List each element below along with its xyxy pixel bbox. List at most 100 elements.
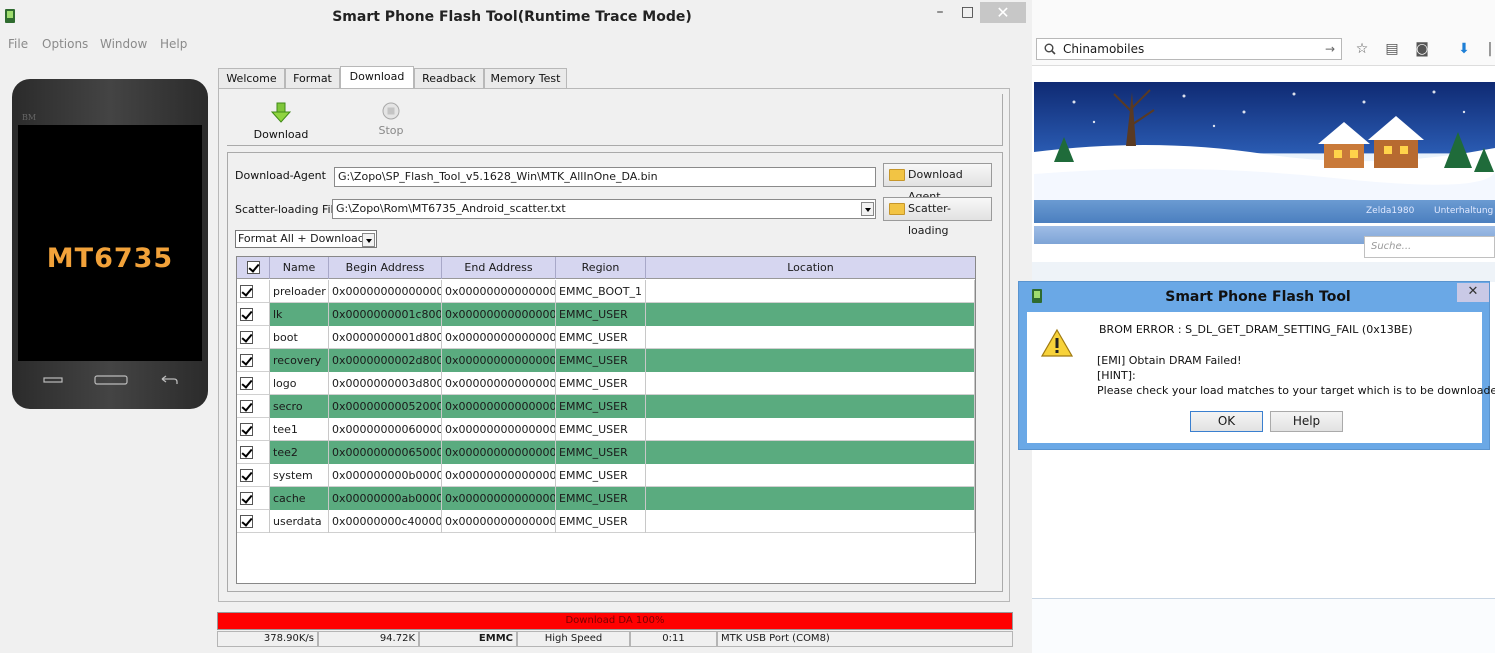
- site-search-input[interactable]: Suche...: [1364, 236, 1495, 258]
- dialog-close-button[interactable]: ✕: [1457, 283, 1489, 302]
- table-row[interactable]: lk0x0000000001c800000x0000000000000000EM…: [237, 303, 975, 326]
- table-row[interactable]: boot0x0000000001d800000x0000000000000000…: [237, 326, 975, 349]
- table-row[interactable]: preloader0x00000000000000000x00000000000…: [237, 280, 975, 303]
- row-checkbox-cell[interactable]: [237, 464, 270, 487]
- table-row[interactable]: secro0x00000000052000000x000000000000000…: [237, 395, 975, 418]
- row-checkbox-cell[interactable]: [237, 487, 270, 510]
- cell-name: preloader: [270, 280, 329, 303]
- table-row[interactable]: tee10x00000000060000000x0000000000000000…: [237, 418, 975, 441]
- cell-name: userdata: [270, 510, 329, 533]
- menu-options[interactable]: Options: [42, 37, 88, 51]
- home-key-icon: [94, 375, 128, 385]
- row-checkbox-cell[interactable]: [237, 418, 270, 441]
- pocket-icon[interactable]: ◙: [1414, 41, 1430, 57]
- cell-location[interactable]: [646, 510, 975, 533]
- row-checkbox[interactable]: [240, 285, 253, 298]
- column-begin-address[interactable]: Begin Address: [329, 257, 442, 279]
- download-button[interactable]: Download: [253, 102, 309, 141]
- row-checkbox[interactable]: [240, 400, 253, 413]
- cell-location[interactable]: [646, 441, 975, 464]
- overflow-menu-icon[interactable]: |: [1482, 41, 1495, 57]
- cell-location[interactable]: [646, 487, 975, 510]
- ok-button[interactable]: OK: [1190, 411, 1263, 432]
- row-checkbox[interactable]: [240, 515, 253, 528]
- cell-location[interactable]: [646, 464, 975, 487]
- column-region[interactable]: Region: [556, 257, 646, 279]
- cell-end: 0x0000000000000000: [442, 464, 556, 487]
- folder-icon: [889, 203, 905, 215]
- cell-location[interactable]: [646, 372, 975, 395]
- tab-readback[interactable]: Readback: [414, 68, 484, 89]
- select-all-checkbox-cell[interactable]: [237, 257, 270, 279]
- menu-file[interactable]: File: [8, 37, 28, 51]
- tab-download[interactable]: Download: [340, 66, 414, 89]
- reading-list-icon[interactable]: ▤: [1384, 41, 1400, 57]
- row-checkbox-cell[interactable]: [237, 326, 270, 349]
- nav-user-link[interactable]: Zelda1980: [1366, 206, 1414, 216]
- download-agent-button[interactable]: Download Agent: [883, 163, 992, 203]
- go-arrow-icon[interactable]: →: [1325, 39, 1335, 59]
- bookmark-star-icon[interactable]: ☆: [1354, 41, 1370, 57]
- column-end-address[interactable]: End Address: [442, 257, 556, 279]
- row-checkbox-cell[interactable]: [237, 303, 270, 326]
- row-checkbox-cell[interactable]: [237, 510, 270, 533]
- cell-location[interactable]: [646, 395, 975, 418]
- search-icon: [1044, 43, 1056, 55]
- table-row[interactable]: logo0x0000000003d800000x0000000000000000…: [237, 372, 975, 395]
- menu-help[interactable]: Help: [160, 37, 187, 51]
- chevron-down-icon[interactable]: [362, 233, 375, 247]
- cell-begin: 0x0000000000000000: [329, 280, 442, 303]
- table-row[interactable]: tee20x00000000065000000x0000000000000000…: [237, 441, 975, 464]
- dialog-titlebar[interactable]: Smart Phone Flash Tool ✕: [1019, 282, 1489, 310]
- help-button[interactable]: Help: [1270, 411, 1343, 432]
- cell-location[interactable]: [646, 303, 975, 326]
- table-row[interactable]: cache0x00000000ab0000000x000000000000000…: [237, 487, 975, 510]
- table-row[interactable]: system0x000000000b0000000x00000000000000…: [237, 464, 975, 487]
- status-speed: 378.90K/s: [217, 631, 318, 647]
- row-checkbox-cell[interactable]: [237, 349, 270, 372]
- row-checkbox-cell[interactable]: [237, 441, 270, 464]
- row-checkbox[interactable]: [240, 354, 253, 367]
- scatter-loading-button[interactable]: Scatter-loading: [883, 197, 992, 237]
- row-checkbox-cell[interactable]: [237, 372, 270, 395]
- menu-key-icon: [43, 377, 63, 383]
- column-location[interactable]: Location: [646, 257, 975, 279]
- column-name[interactable]: Name: [270, 257, 329, 279]
- cell-location[interactable]: [646, 326, 975, 349]
- cell-location[interactable]: [646, 280, 975, 303]
- tab-welcome[interactable]: Welcome: [218, 68, 285, 89]
- table-row[interactable]: recovery0x0000000002d800000x000000000000…: [237, 349, 975, 372]
- maximize-button[interactable]: □: [955, 2, 980, 23]
- row-checkbox-cell[interactable]: [237, 395, 270, 418]
- nav-entertainment-link[interactable]: Unterhaltung: [1434, 206, 1493, 216]
- row-checkbox[interactable]: [240, 492, 253, 505]
- cell-location[interactable]: [646, 418, 975, 441]
- menu-window[interactable]: Window: [100, 37, 147, 51]
- row-checkbox[interactable]: [240, 469, 253, 482]
- table-row[interactable]: userdata0x00000000c40000000x000000000000…: [237, 510, 975, 533]
- scatter-loading-button-label: Scatter-loading: [908, 202, 951, 237]
- row-checkbox[interactable]: [240, 308, 253, 321]
- tab-memory-test[interactable]: Memory Test: [484, 68, 567, 89]
- tab-format[interactable]: Format: [285, 68, 340, 89]
- minimize-button[interactable]: –: [925, 2, 955, 23]
- download-agent-path[interactable]: G:\Zopo\SP_Flash_Tool_v5.1628_Win\MTK_Al…: [334, 167, 876, 187]
- row-checkbox[interactable]: [240, 377, 253, 390]
- stop-button[interactable]: Stop: [373, 102, 409, 137]
- download-mode-select[interactable]: Format All + Download: [235, 230, 377, 248]
- chevron-down-icon[interactable]: [861, 202, 874, 216]
- row-checkbox[interactable]: [240, 423, 253, 436]
- row-checkbox-cell[interactable]: [237, 280, 270, 303]
- row-checkbox[interactable]: [240, 446, 253, 459]
- content-footer: [1032, 598, 1495, 653]
- flash-tool-window: Smart Phone Flash Tool(Runtime Trace Mod…: [0, 0, 1032, 653]
- select-all-checkbox[interactable]: [247, 261, 260, 274]
- window-titlebar[interactable]: Smart Phone Flash Tool(Runtime Trace Mod…: [0, 0, 1032, 34]
- scatter-file-select[interactable]: G:\Zopo\Rom\MT6735_Android_scatter.txt: [332, 199, 876, 219]
- close-button[interactable]: ✕: [980, 2, 1026, 23]
- search-input[interactable]: Chinamobiles →: [1036, 38, 1342, 60]
- download-icon[interactable]: ⬇: [1456, 41, 1472, 57]
- cell-end: 0x0000000000000000: [442, 395, 556, 418]
- cell-location[interactable]: [646, 349, 975, 372]
- row-checkbox[interactable]: [240, 331, 253, 344]
